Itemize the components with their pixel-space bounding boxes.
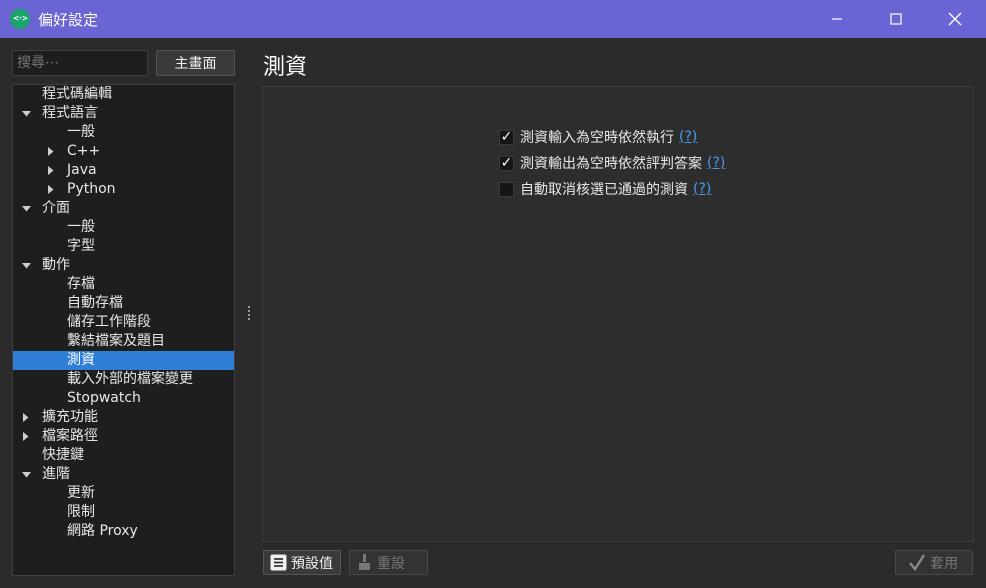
tree-item[interactable]: 測資 — [13, 351, 234, 370]
help-link[interactable]: (?) — [679, 129, 697, 145]
tree-item[interactable]: 檔案路徑 — [13, 427, 234, 446]
tree-item[interactable]: 存檔 — [13, 275, 234, 294]
check-icon: ✓ — [500, 129, 513, 145]
tree-item[interactable]: 網路 Proxy — [13, 522, 234, 541]
tree-item[interactable]: 繫結檔案及題目 — [13, 332, 234, 351]
tree-item-label: 一般 — [67, 124, 95, 140]
checkbox[interactable] — [499, 181, 514, 197]
tree-item[interactable]: 程式碼編輯 — [13, 85, 234, 104]
chevron-right-icon[interactable] — [46, 180, 56, 199]
chevron-right-icon[interactable] — [21, 427, 31, 446]
tree-item[interactable]: 儲存工作階段 — [13, 313, 234, 332]
title-bar: <·> 偏好設定 — [0, 0, 986, 38]
minimize-icon — [832, 18, 842, 20]
chevron-down-icon[interactable] — [21, 256, 31, 275]
checkbox[interactable]: ✓ — [499, 155, 514, 171]
chevron-down-icon[interactable] — [21, 199, 31, 218]
tree-item-label: Stopwatch — [67, 390, 141, 406]
list-icon — [270, 554, 287, 571]
tree-item[interactable]: C++ — [13, 142, 234, 161]
option-judge-on-empty-output[interactable]: ✓ 測資輸出為空時依然評判答案 (?) — [499, 153, 725, 173]
tree-item-label: 更新 — [67, 485, 95, 501]
chevron-right-icon[interactable] — [46, 161, 56, 180]
option-run-on-empty-input[interactable]: ✓ 測資輸入為空時依然執行 (?) — [499, 127, 697, 147]
tree-item-label: Python — [67, 181, 116, 197]
tree-item-label: 檔案路徑 — [42, 428, 98, 444]
checkmark-icon — [908, 554, 926, 571]
tree-item[interactable]: 限制 — [13, 503, 234, 522]
maximize-icon — [890, 13, 902, 25]
tree-item[interactable]: 進階 — [13, 465, 234, 484]
broom-icon — [356, 554, 373, 571]
reset-button[interactable]: 重設 — [349, 550, 428, 575]
tree-item[interactable]: 程式語言 — [13, 104, 234, 123]
settings-content: ✓ 測資輸入為空時依然執行 (?) ✓ 測資輸出為空時依然評判答案 (?) 自動… — [262, 86, 974, 542]
apply-button[interactable]: 套用 — [895, 550, 973, 575]
chevron-down-icon[interactable] — [21, 465, 31, 484]
tree-item[interactable]: 介面 — [13, 199, 234, 218]
checkbox[interactable]: ✓ — [499, 129, 514, 145]
option-label: 測資輸出為空時依然評判答案 — [520, 156, 702, 172]
page-title: 測資 — [263, 55, 308, 80]
tree-item[interactable]: 一般 — [13, 123, 234, 142]
option-auto-uncheck-passed[interactable]: 自動取消核選已通過的測資 (?) — [499, 179, 711, 199]
tree-item[interactable]: 擴充功能 — [13, 408, 234, 427]
tree-item-label: 載入外部的檔案變更 — [67, 371, 193, 387]
search-input[interactable] — [12, 50, 148, 76]
minimize-button[interactable] — [808, 0, 866, 38]
tree-item-label: Java — [67, 162, 97, 178]
tree-item-label: 測資 — [67, 352, 95, 368]
tree-item-label: 限制 — [67, 504, 95, 520]
tree-item-label: 程式語言 — [42, 105, 98, 121]
option-label: 自動取消核選已通過的測資 — [520, 182, 688, 198]
tree-item[interactable]: Java — [13, 161, 234, 180]
tree-item-label: 進階 — [42, 466, 70, 482]
chevron-right-icon[interactable] — [46, 142, 56, 161]
splitter-handle[interactable] — [248, 306, 251, 324]
help-link[interactable]: (?) — [707, 155, 725, 171]
tree-item[interactable]: 快捷鍵 — [13, 446, 234, 465]
help-link[interactable]: (?) — [693, 181, 711, 197]
apply-label: 套用 — [930, 555, 958, 572]
tree-item-label: 動作 — [42, 257, 70, 273]
reset-label: 重設 — [377, 555, 405, 572]
defaults-button[interactable]: 預設值 — [263, 550, 341, 575]
chevron-right-icon[interactable] — [21, 408, 31, 427]
tree-item[interactable]: Python — [13, 180, 234, 199]
window-title: 偏好設定 — [38, 11, 99, 29]
check-icon: ✓ — [500, 155, 513, 171]
tree-item-label: 存檔 — [67, 276, 95, 292]
option-label: 測資輸入為空時依然執行 — [520, 130, 674, 146]
tree-item-label: 繫結檔案及題目 — [67, 333, 165, 349]
tree-item-label: 快捷鍵 — [42, 447, 84, 463]
tree-item-label: 自動存檔 — [67, 295, 123, 311]
home-button[interactable]: 主畫面 — [156, 50, 235, 76]
tree-item-label: 擴充功能 — [42, 409, 98, 425]
tree-item-label: 程式碼編輯 — [42, 86, 112, 102]
close-icon — [948, 12, 962, 26]
close-button[interactable] — [926, 0, 984, 38]
defaults-label: 預設值 — [291, 555, 333, 572]
tree-item[interactable]: 一般 — [13, 218, 234, 237]
tree-item[interactable]: 更新 — [13, 484, 234, 503]
tree-item[interactable]: 載入外部的檔案變更 — [13, 370, 234, 389]
maximize-button[interactable] — [867, 0, 925, 38]
tree-item[interactable]: Stopwatch — [13, 389, 234, 408]
app-logo-icon: <·> — [10, 9, 30, 29]
tree-item-label: C++ — [67, 143, 101, 159]
tree-item-label: 介面 — [42, 200, 70, 216]
tree-item-label: 網路 Proxy — [67, 523, 138, 539]
tree-item-label: 一般 — [67, 219, 95, 235]
tree-item[interactable]: 字型 — [13, 237, 234, 256]
tree-item-label: 字型 — [67, 238, 95, 254]
tree-item[interactable]: 動作 — [13, 256, 234, 275]
tree-item[interactable]: 自動存檔 — [13, 294, 234, 313]
settings-tree[interactable]: 程式碼編輯 程式語言 一般 C++ Java Python 介面 一般 字型 動作 存檔 自動存檔 儲存… — [12, 84, 235, 576]
tree-item-label: 儲存工作階段 — [67, 314, 151, 330]
app-logo-glyph: <·> — [13, 14, 27, 24]
chevron-down-icon[interactable] — [21, 104, 31, 123]
